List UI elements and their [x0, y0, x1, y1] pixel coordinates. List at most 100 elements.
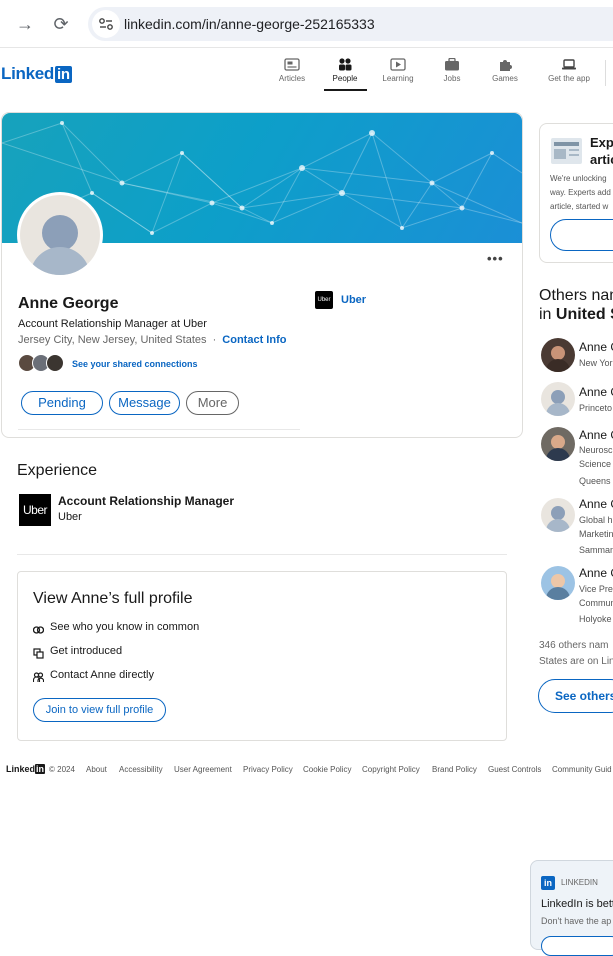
contact-people-icon — [32, 670, 45, 682]
footer-link-brand[interactable]: Brand Policy — [432, 765, 477, 774]
footer-link-privacy[interactable]: Privacy Policy — [243, 765, 293, 774]
pending-button[interactable]: Pending — [21, 391, 103, 415]
promo-body-1: We're unlocking — [550, 174, 607, 183]
experience-role[interactable]: Account Relationship Manager — [58, 494, 234, 508]
toast-title: LinkedIn is bett — [541, 898, 613, 910]
person-avatar[interactable] — [541, 427, 575, 461]
section-divider — [17, 554, 507, 555]
logo-in: in — [55, 66, 72, 83]
person-detail: Marketin — [579, 529, 613, 539]
connection-avatar — [46, 354, 64, 372]
person-detail: Vice Pre — [579, 584, 613, 594]
nav-label: Articles — [278, 74, 306, 83]
toast-brand: LINKEDIN — [561, 878, 598, 887]
people-icon — [337, 58, 353, 71]
site-settings-icon[interactable] — [92, 10, 120, 38]
join-to-view-button[interactable]: Join to view full profile — [33, 698, 166, 722]
experience-company: Uber — [58, 511, 82, 523]
footer-link-guest-controls[interactable]: Guest Controls — [488, 765, 541, 774]
laptop-icon — [561, 58, 577, 71]
contact-info-link[interactable]: Contact Info — [222, 334, 286, 346]
nav-label: Learning — [382, 74, 414, 83]
footer-link-accessibility[interactable]: Accessibility — [119, 765, 163, 774]
nav-get-app[interactable]: Get the app — [546, 58, 592, 83]
person-name[interactable]: Anne G — [579, 566, 613, 580]
person-name[interactable]: Anne G — [579, 428, 613, 442]
shared-connections-avatars[interactable] — [18, 354, 66, 373]
url-text: linkedin.com/in/anne-george-252165333 — [124, 16, 375, 32]
footer-logo[interactable]: Linkedin — [6, 764, 46, 774]
full-profile-item: Get introduced — [50, 645, 123, 657]
person-avatar[interactable] — [541, 498, 575, 532]
nav-people[interactable]: People — [322, 58, 368, 83]
introduce-icon — [33, 646, 44, 659]
article-illustration-icon — [551, 138, 582, 164]
footer-copyright: © 2024 — [49, 765, 75, 774]
logo-text: Linked — [1, 64, 54, 83]
linkedin-logo[interactable]: Linked in — [1, 64, 72, 84]
full-profile-item: Contact Anne directly — [50, 669, 154, 681]
person-avatar[interactable] — [541, 382, 575, 416]
others-title-1: Others nam — [539, 287, 613, 304]
nav-label: Games — [492, 74, 518, 83]
browser-toolbar: → ⟳ linkedin.com/in/anne-george-25216533… — [0, 0, 613, 48]
promo-title-1: Exp — [590, 135, 613, 150]
footer-link-community[interactable]: Community Guid — [552, 765, 612, 774]
person-location: Sammam — [579, 545, 613, 555]
promo-body-3: article, started w — [550, 202, 609, 211]
person-name[interactable]: Anne G — [579, 497, 613, 511]
person-detail: Science — [579, 459, 612, 469]
toast-button[interactable] — [541, 936, 613, 956]
profile-location-row: Jersey City, New Jersey, United States ·… — [18, 334, 286, 346]
person-detail: New York — [579, 358, 613, 368]
footer-link-cookie[interactable]: Cookie Policy — [303, 765, 351, 774]
person-avatar[interactable] — [541, 338, 575, 372]
learning-icon — [390, 58, 406, 71]
person-detail: Commun — [579, 598, 613, 608]
nav-learning[interactable]: Learning — [375, 58, 421, 83]
nav-label: People — [332, 74, 358, 83]
person-detail: Global h — [579, 515, 613, 525]
shared-connections-link[interactable]: See your shared connections — [72, 359, 198, 369]
more-options-icon[interactable]: ••• — [487, 251, 504, 266]
puzzle-icon — [497, 58, 513, 71]
address-bar[interactable]: linkedin.com/in/anne-george-252165333 — [88, 7, 613, 41]
profile-name: Anne George — [18, 295, 119, 312]
message-button[interactable]: Message — [109, 391, 180, 415]
person-name[interactable]: Anne G — [579, 340, 613, 354]
nav-jobs[interactable]: Jobs — [429, 57, 475, 83]
nav-articles[interactable]: Articles — [269, 58, 315, 83]
person-name[interactable]: Anne G — [579, 385, 613, 399]
full-profile-title: View Anne’s full profile — [33, 590, 193, 607]
others-title-2: in United S — [539, 306, 613, 324]
footer-link-about[interactable]: About — [86, 765, 107, 774]
arrow-right-icon[interactable]: → — [14, 13, 36, 35]
footer-logo-text: Linked — [6, 764, 36, 774]
person-avatar[interactable] — [541, 566, 575, 600]
nav-divider — [605, 60, 606, 86]
more-button[interactable]: More — [186, 391, 239, 415]
person-location: Holyoke — [579, 614, 612, 624]
footer-link-user-agreement[interactable]: User Agreement — [174, 765, 232, 774]
experience-company-logo[interactable]: Uber — [19, 494, 51, 526]
common-connections-icon — [32, 622, 45, 634]
briefcase-icon — [444, 57, 460, 71]
active-nav-indicator — [324, 89, 367, 91]
person-location: Queens — [579, 476, 611, 486]
promo-body-2: way. Experts add — [550, 188, 611, 197]
card-divider — [18, 429, 300, 430]
nav-label: Get the app — [548, 74, 590, 83]
profile-avatar[interactable] — [17, 192, 103, 278]
see-others-button[interactable]: See others n — [538, 679, 613, 713]
reload-icon[interactable]: ⟳ — [50, 13, 72, 35]
promo-button[interactable] — [550, 219, 613, 251]
uber-logo: Uber — [315, 291, 333, 309]
nav-label: Jobs — [443, 74, 461, 83]
current-company-link[interactable]: Uber — [341, 294, 366, 306]
profile-location: Jersey City, New Jersey, United States — [18, 334, 207, 346]
articles-icon — [284, 58, 300, 71]
toast-body: Don't have the ap — [541, 916, 612, 926]
nav-games[interactable]: Games — [482, 58, 528, 83]
default-avatar-icon — [20, 195, 100, 275]
footer-link-copyright[interactable]: Copyright Policy — [362, 765, 420, 774]
